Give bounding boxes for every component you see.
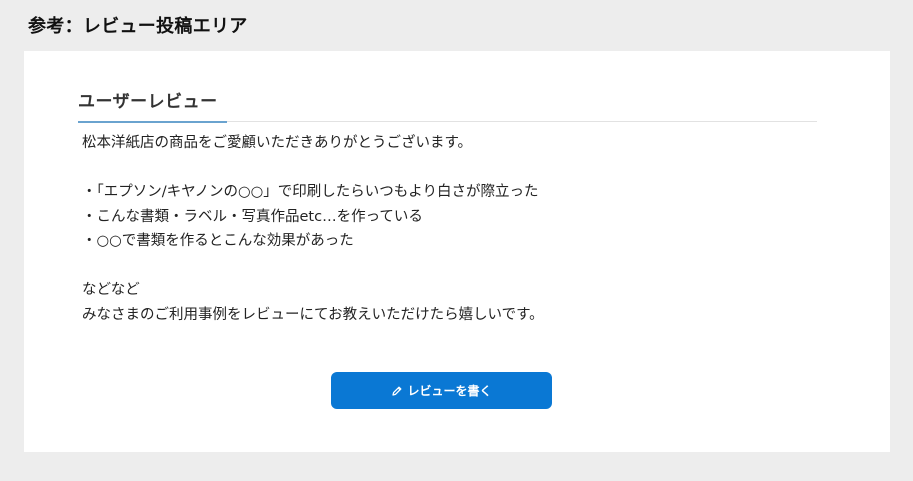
list-item: ・○○で書類を作るとこんな効果があった (82, 233, 354, 249)
write-review-button[interactable]: レビューを書く (331, 372, 552, 409)
closing-text: などなど (82, 282, 140, 298)
section-title: ユーザーレビュー (78, 92, 218, 112)
title-accent-underline (78, 121, 227, 123)
page-title: 参考：レビュー投稿エリア (28, 16, 248, 37)
review-card: ユーザーレビュー 松本洋紙店の商品をご愛顧いただきありがとうございます。 ・「エ… (24, 51, 890, 452)
closing-text: みなさまのご利用事例をレビューにてお教えいただけたら嬉しいです。 (82, 306, 544, 323)
write-review-label: レビューを書く (407, 384, 492, 398)
pencil-icon (391, 385, 403, 397)
list-item: ・こんな書類・ラベル・写真作品etc…を作っている (82, 208, 423, 225)
intro-text: 松本洋紙店の商品をご愛顧いただきありがとうございます。 (82, 135, 473, 151)
review-description: 松本洋紙店の商品をご愛顧いただきありがとうございます。 ・「エプソン/キヤノンの… (82, 131, 842, 327)
list-item: ・「エプソン/キヤノンの○○」で印刷したらいつもより白さが際立った (82, 184, 539, 200)
